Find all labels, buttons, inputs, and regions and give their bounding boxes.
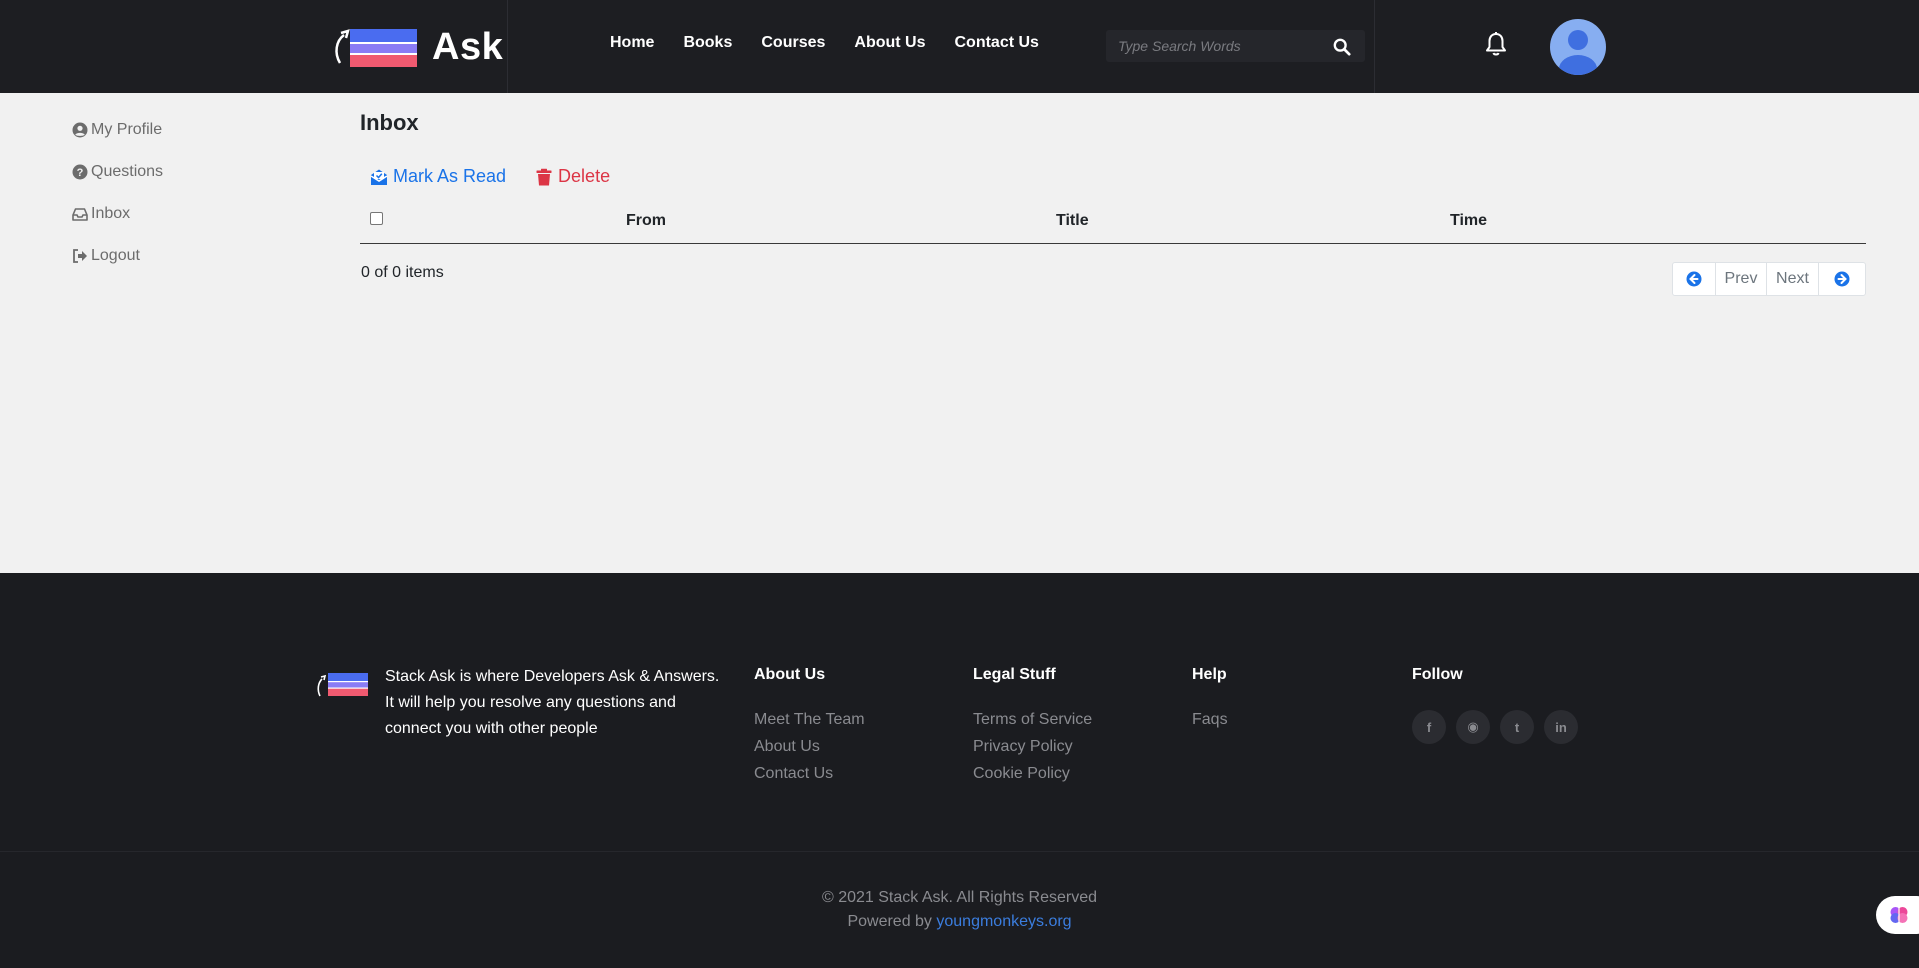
search-icon[interactable] (1333, 38, 1351, 56)
nav-contact-us[interactable]: Contact Us (955, 34, 1039, 52)
inbox-icon (72, 208, 88, 221)
footer-link-about-us[interactable]: About Us (754, 738, 865, 765)
nav-home[interactable]: Home (610, 34, 654, 52)
github-icon[interactable]: ◉ (1456, 710, 1490, 744)
question-circle-icon: ? (72, 164, 88, 180)
pagination-last-button[interactable] (1819, 263, 1865, 295)
footer-divider (0, 851, 1919, 852)
inbox-panel: Inbox Mark As Read Delete From Title Tim… (360, 110, 1866, 296)
sidebar-item-my-profile[interactable]: My Profile (72, 120, 163, 140)
logo-text: Ask (432, 25, 504, 68)
social-links: f ◉ t in (1412, 710, 1588, 744)
facebook-icon[interactable]: f (1412, 710, 1446, 744)
bell-icon[interactable] (1484, 31, 1508, 57)
footer-link-meet-the-team[interactable]: Meet The Team (754, 711, 865, 738)
pagination-next-button[interactable]: Next (1767, 263, 1819, 295)
search-box (1106, 30, 1365, 62)
footer-legal-links: Terms of Service Privacy Policy Cookie P… (973, 711, 1092, 792)
user-circle-icon (72, 122, 88, 138)
pagination: Prev Next (1672, 262, 1866, 296)
column-time[interactable]: Time (1450, 212, 1487, 230)
nav-about-us[interactable]: About Us (854, 34, 925, 52)
pagination-first-button[interactable] (1673, 263, 1716, 295)
powered-by-link[interactable]: youngmonkeys.org (936, 913, 1071, 930)
envelope-open-icon (370, 169, 388, 185)
nav-courses[interactable]: Courses (761, 34, 825, 52)
inbox-actions: Mark As Read Delete (370, 166, 639, 187)
site-logo[interactable]: Ask (330, 22, 510, 72)
footer-help-links: Faqs (1192, 711, 1228, 738)
sidebar-item-questions[interactable]: ? Questions (72, 162, 163, 182)
copyright-text: © 2021 Stack Ask. All Rights Reserved (821, 889, 1098, 906)
inbox-table-header: From Title Time (360, 210, 1866, 244)
footer-help-title: Help (1192, 666, 1227, 683)
footer-link-cookie[interactable]: Cookie Policy (973, 765, 1092, 792)
footer-link-terms[interactable]: Terms of Service (973, 711, 1092, 738)
pagination-prev-button[interactable]: Prev (1716, 263, 1767, 295)
arrow-circle-right-icon (1834, 271, 1850, 287)
trash-icon (536, 168, 552, 185)
footer-about-links: Meet The Team About Us Contact Us (754, 711, 865, 792)
header-divider (507, 0, 508, 93)
powered-by: Powered by youngmonkeys.org (0, 913, 1919, 931)
sidebar-item-label: Logout (91, 247, 140, 264)
floating-assistant-button[interactable] (1876, 896, 1919, 934)
arrow-circle-left-icon (1686, 271, 1702, 287)
mark-as-read-button[interactable]: Mark As Read (370, 166, 506, 187)
footer-description: Stack Ask is where Developers Ask & Answ… (385, 668, 720, 737)
svg-text:?: ? (77, 167, 84, 179)
sidebar-item-inbox[interactable]: Inbox (72, 204, 163, 224)
logo-icon (335, 29, 417, 67)
items-count: 0 of 0 items (361, 264, 444, 281)
column-from[interactable]: From (626, 212, 666, 230)
select-all-checkbox[interactable] (370, 212, 383, 225)
sign-out-icon (73, 249, 87, 263)
avatar-user-icon (1559, 30, 1597, 75)
page-title: Inbox (360, 110, 419, 135)
delete-button[interactable]: Delete (535, 166, 610, 187)
powered-by-prefix: Powered by (847, 913, 937, 930)
footer-logo-icon (317, 673, 368, 697)
column-title[interactable]: Title (1056, 212, 1089, 230)
footer-link-faqs[interactable]: Faqs (1192, 711, 1228, 738)
linkedin-icon[interactable]: in (1544, 710, 1578, 744)
footer-follow-title: Follow (1412, 666, 1463, 683)
brain-icon (1890, 907, 1908, 923)
footer-legal-title: Legal Stuff (973, 666, 1056, 683)
main-nav: Home Books Courses About Us Contact Us (610, 34, 1068, 52)
search-input[interactable] (1106, 30, 1326, 62)
footer-link-privacy[interactable]: Privacy Policy (973, 738, 1092, 765)
sidebar-item-label: My Profile (91, 121, 163, 138)
delete-label: Delete (558, 166, 611, 186)
nav-books[interactable]: Books (683, 34, 732, 52)
site-footer: Stack Ask is where Developers Ask & Answ… (0, 573, 1919, 968)
twitter-icon[interactable]: t (1500, 710, 1534, 744)
sidebar-item-label: Questions (91, 163, 164, 180)
footer-link-contact-us[interactable]: Contact Us (754, 765, 865, 792)
header-divider-right (1374, 0, 1375, 93)
sidebar-item-logout[interactable]: Logout (72, 246, 163, 266)
profile-sidebar: My Profile ? Questions Inbox Logout (72, 120, 163, 288)
footer-about-title: About Us (754, 666, 826, 683)
mark-as-read-label: Mark As Read (393, 166, 507, 186)
user-avatar[interactable] (1550, 19, 1606, 75)
sidebar-item-label: Inbox (91, 205, 131, 222)
top-header: Ask Home Books Courses About Us Contact … (0, 0, 1919, 93)
